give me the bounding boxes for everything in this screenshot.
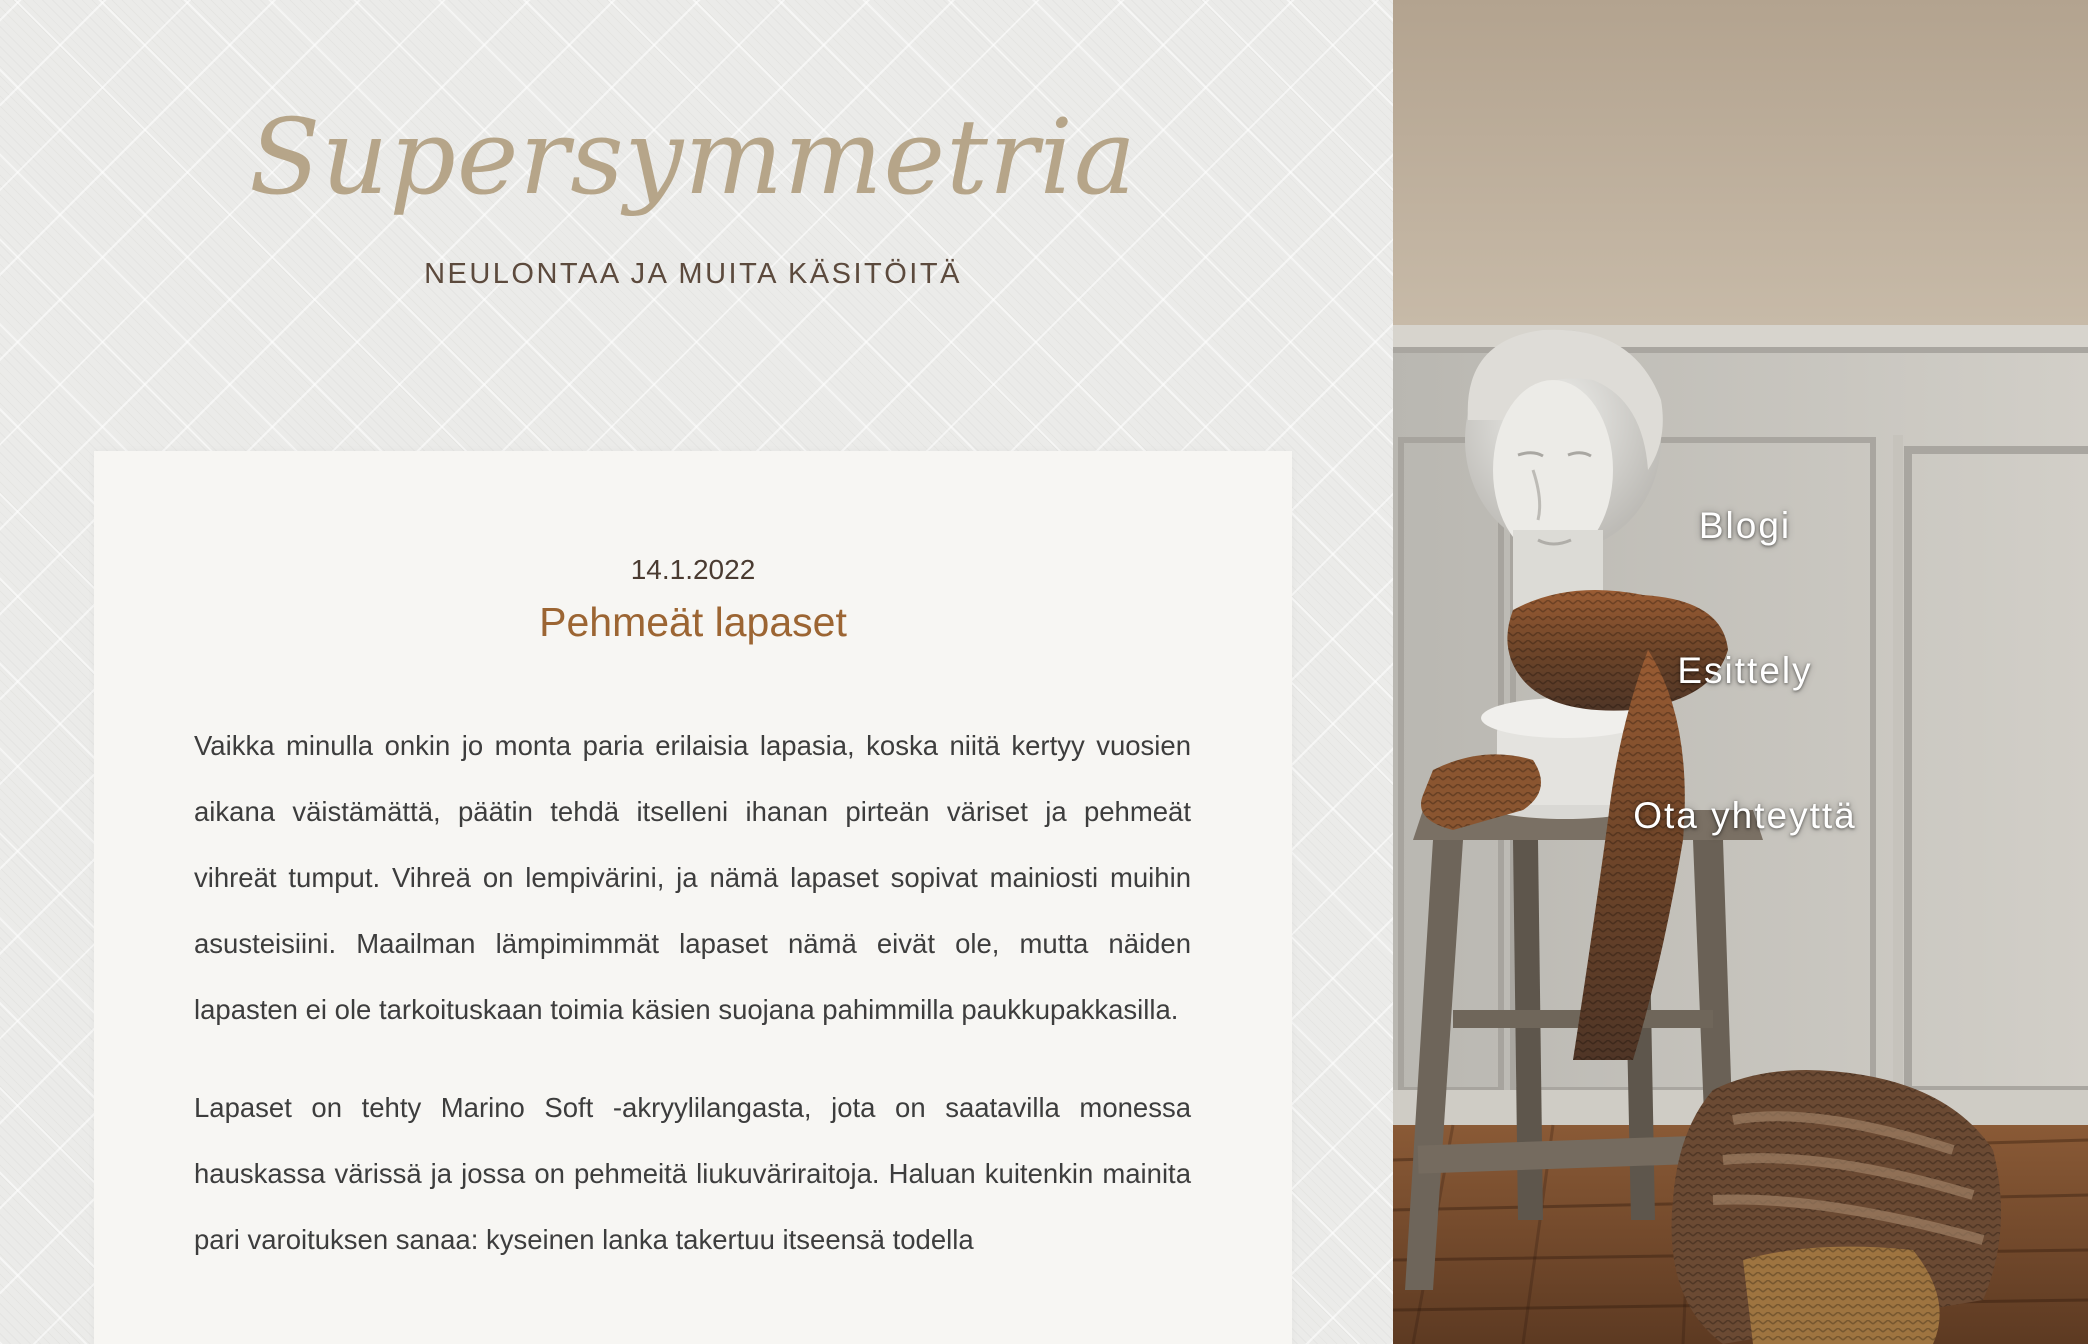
site-title[interactable]: Supersymmetria (0, 92, 1386, 222)
post-card: 14.1.2022 Pehmeät lapaset Vaikka minulla… (94, 451, 1292, 1344)
post-body: Vaikka minulla onkin jo monta paria eril… (194, 713, 1191, 1305)
site-tagline: NEULONTAA JA MUITA KÄSITÖITÄ (424, 258, 962, 290)
post-paragraph: Vaikka minulla onkin jo monta paria eril… (194, 730, 1191, 1025)
post-paragraph: Lapaset on tehty Marino Soft -akryylilan… (194, 1092, 1191, 1255)
post-title[interactable]: Pehmeät lapaset (94, 599, 1292, 646)
post-date: 14.1.2022 (630, 554, 756, 585)
nav-link-esittely[interactable]: Esittely (1620, 650, 1870, 692)
nav-link-ota-yhteytta[interactable]: Ota yhteyttä (1620, 795, 1870, 837)
content-column: Supersymmetria NEULONTAA JA MUITA KÄSITÖ… (0, 0, 1393, 1344)
nav-link-blogi[interactable]: Blogi (1620, 505, 1870, 547)
main-nav: Blogi Esittely Ota yhteyttä (1393, 0, 2088, 1344)
